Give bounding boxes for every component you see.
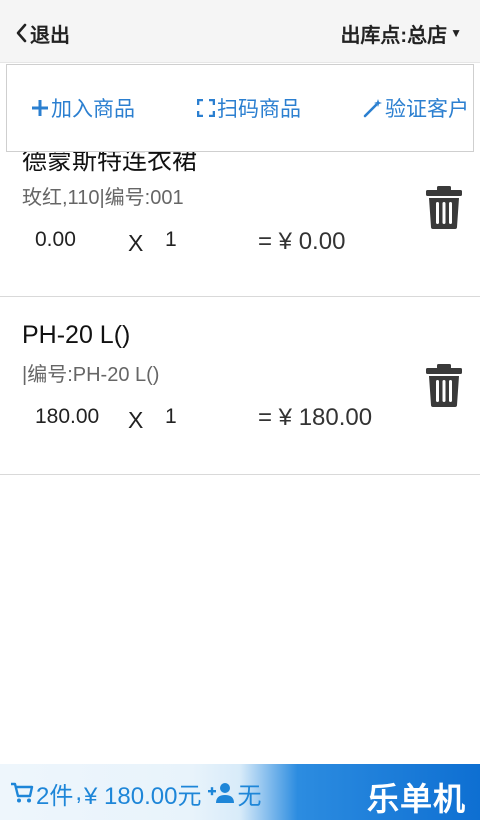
cart-amount: ¥ 180.00元 [84,782,202,810]
scan-product-button[interactable]: 扫码商品 [197,92,301,124]
add-user-icon [208,783,235,803]
item-count: 2件 [36,782,74,810]
store-selector[interactable]: 出库点:总店 ▼ [340,18,462,48]
trash-icon[interactable] [424,363,464,407]
item-name: PH-20 L() [22,321,131,349]
back-label: 退出 [30,24,70,47]
brand-logo: 乐单机 [366,781,466,817]
item-price[interactable]: 180.00 [35,405,99,429]
add-product-label: 加入商品 [51,98,135,121]
item-total: = ¥ 180.00 [258,404,373,431]
plus-icon [32,100,48,116]
verify-customer-button[interactable]: 验证客户 [363,92,469,124]
scan-product-label: 扫码商品 [217,98,301,121]
chevron-left-icon [16,23,27,43]
customer-name: 无 [237,782,262,810]
scan-icon [197,99,215,117]
item-spec: 玫红,110|编号:001 [22,187,184,209]
add-product-button[interactable]: 加入商品 [31,92,135,124]
item-total: = ¥ 0.00 [258,228,346,255]
multiply-sign: X [128,407,144,433]
verify-customer-label: 验证客户 [385,98,469,121]
store-label: 出库点:总店 [340,24,448,47]
caret-down-icon: ▼ [450,26,462,40]
back-button[interactable]: 退出 [14,18,70,48]
cart-icon [11,782,34,803]
bottom-bar: 2件 , ¥ 180.00元 无 乐单机 [0,764,480,820]
summary-separator: , [75,779,83,806]
action-bar: 加入商品 扫码商品 验证客户 [6,64,474,152]
item-spec: |编号:PH-20 L() [22,364,160,386]
trash-icon[interactable] [424,185,464,229]
item-price[interactable]: 0.00 [35,228,76,252]
item-quantity[interactable]: 1 [165,405,177,429]
multiply-sign: X [128,230,144,256]
top-bar: 退出 出库点:总店 ▼ [0,0,480,63]
cart-summary[interactable]: 2件 , ¥ 180.00元 无 [10,778,262,810]
item-quantity[interactable]: 1 [165,228,177,252]
magic-wand-icon [363,99,382,118]
cart-item[interactable]: PH-20 L() |编号:PH-20 L() 180.00 X 1 = ¥ 1… [0,297,480,475]
